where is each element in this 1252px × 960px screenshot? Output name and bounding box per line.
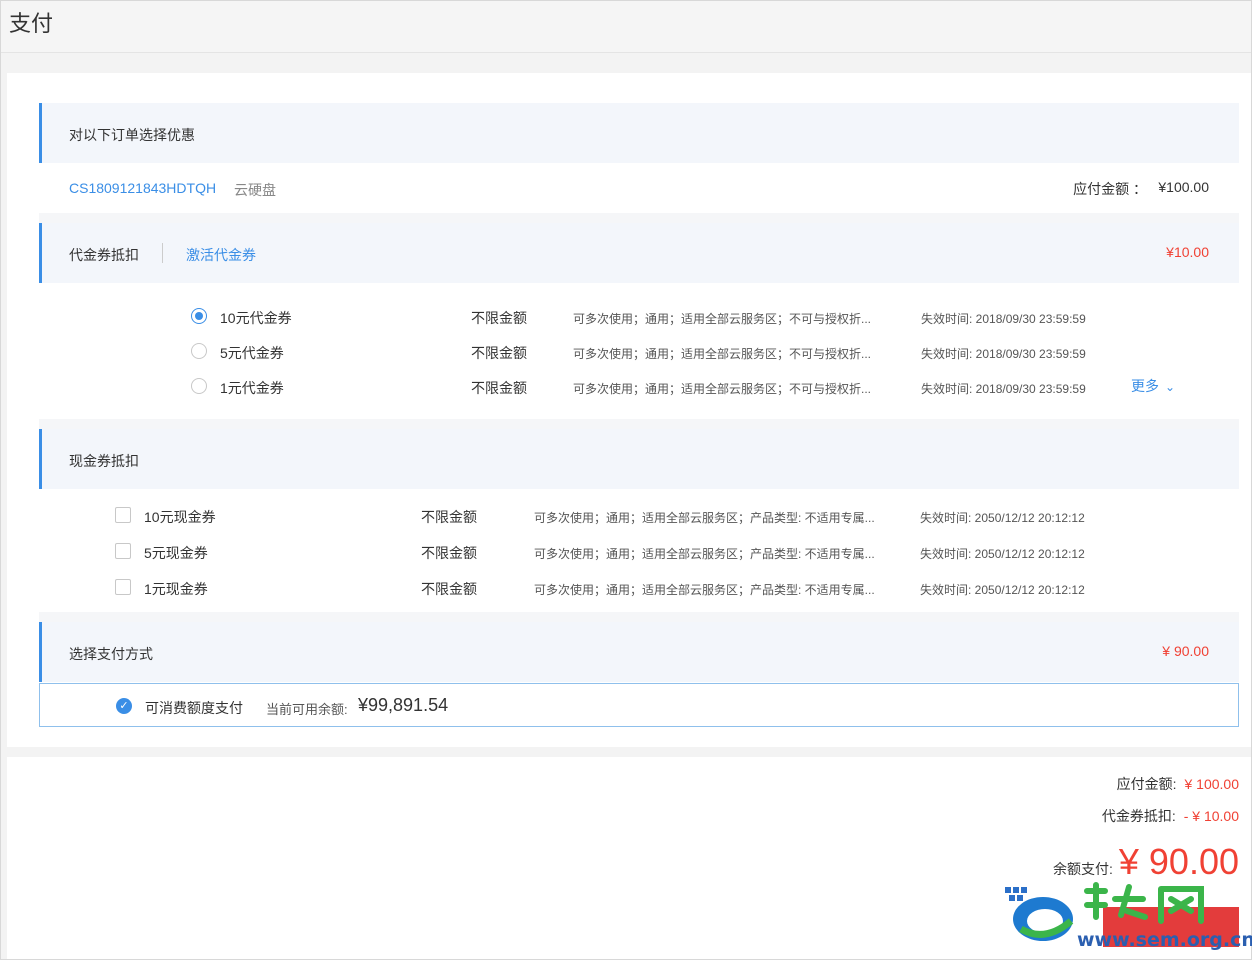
payment-amount: ¥ 90.00: [1162, 643, 1209, 659]
summary-payable-label: 应付金额:: [1116, 776, 1177, 792]
cash-coupon-checkbox[interactable]: [115, 507, 131, 523]
voucher-section-heading: 代金券抵扣: [69, 247, 139, 263]
cash-coupon-desc: 可多次使用；通用；适用全部云服务区；产品类型: 不适用专属...: [534, 583, 875, 597]
summary-total-label: 余额支付:: [1052, 861, 1113, 877]
voucher-row[interactable]: 5元代金券 不限金额 可多次使用；通用；适用全部云服务区；不可与授权折... 失…: [191, 337, 1252, 367]
watermark-url: www.sem.org.cn: [1077, 929, 1252, 951]
cash-coupon-expire: 失效时间: 2050/12/12 20:12:12: [920, 511, 1085, 525]
more-label: 更多: [1131, 378, 1159, 394]
voucher-name: 1元代金券: [220, 380, 284, 396]
voucher-limit: 不限金额: [471, 345, 527, 361]
voucher-limit: 不限金额: [471, 380, 527, 396]
order-section-header: 对以下订单选择优惠: [39, 103, 1239, 163]
voucher-radio-selected[interactable]: [191, 308, 207, 324]
cash-section-heading: 现金券抵扣: [69, 453, 139, 469]
chevron-down-icon: ⌄: [1165, 380, 1176, 394]
summary-total: 余额支付: ¥ 90.00: [1053, 841, 1239, 883]
cash-coupon-name: 10元现金券: [144, 509, 216, 525]
payment-section-header: 选择支付方式 ¥ 90.00: [39, 622, 1239, 682]
section-separator: [39, 419, 1239, 429]
main-card: 对以下订单选择优惠 CS1809121843HDTQH 云硬盘 应付金额 ： ¥…: [7, 73, 1251, 747]
header-divider: [162, 243, 163, 263]
voucher-row[interactable]: 1元代金券 不限金额 可多次使用；通用；适用全部云服务区；不可与授权折... 失…: [191, 372, 1252, 402]
cash-coupon-limit: 不限金额: [421, 545, 477, 561]
cash-coupon-limit: 不限金额: [421, 581, 477, 597]
more-vouchers-link[interactable]: 更多 ⌄: [1131, 376, 1175, 396]
order-id-link[interactable]: CS1809121843HDTQH: [69, 180, 216, 196]
cash-coupon-row[interactable]: 5元现金券 不限金额 可多次使用；通用；适用全部云服务区；产品类型: 不适用专属…: [115, 537, 1215, 567]
summary-payable-value: ¥ 100.00: [1184, 776, 1240, 792]
payment-method-label: 可消费额度支付: [145, 700, 243, 716]
cash-coupon-name: 1元现金券: [144, 581, 208, 597]
cash-coupon-desc: 可多次使用；通用；适用全部云服务区；产品类型: 不适用专属...: [534, 547, 875, 561]
cash-coupon-checkbox[interactable]: [115, 579, 131, 595]
voucher-radio[interactable]: [191, 378, 207, 394]
voucher-row[interactable]: 10元代金券 不限金额 可多次使用；通用；适用全部云服务区；不可与授权折... …: [191, 302, 1252, 332]
page-title: 支付: [9, 12, 54, 37]
voucher-radio[interactable]: [191, 343, 207, 359]
section-separator: [39, 213, 1239, 223]
voucher-limit: 不限金额: [471, 310, 527, 326]
voucher-name: 10元代金券: [220, 310, 292, 326]
activate-voucher-link[interactable]: 激活代金券: [186, 245, 256, 265]
summary-voucher-label: 代金券抵扣:: [1101, 808, 1176, 824]
order-amount-label: 应付金额 ：: [1073, 181, 1147, 197]
order-product: 云硬盘: [234, 182, 276, 198]
voucher-desc: 可多次使用；通用；适用全部云服务区；不可与授权折...: [573, 382, 872, 396]
voucher-expire: 失效时间: 2018/09/30 23:59:59: [921, 312, 1086, 326]
order-amount-value: ¥100.00: [1158, 179, 1209, 195]
cash-coupon-desc: 可多次使用；通用；适用全部云服务区；产品类型: 不适用专属...: [534, 511, 875, 525]
summary-voucher-value: - ¥ 10.00: [1183, 808, 1239, 824]
cash-coupon-row[interactable]: 1元现金券 不限金额 可多次使用；通用；适用全部云服务区；产品类型: 不适用专属…: [115, 573, 1215, 603]
cash-coupon-expire: 失效时间: 2050/12/12 20:12:12: [920, 583, 1085, 597]
balance-value: ¥99,891.54: [358, 695, 449, 715]
payment-method-option[interactable]: ✓ 可消费额度支付 当前可用余额: ¥99,891.54: [39, 683, 1239, 727]
payment-section-heading: 选择支付方式: [69, 646, 153, 662]
balance-label: 当前可用余额:: [266, 702, 348, 717]
voucher-expire: 失效时间: 2018/09/30 23:59:59: [921, 347, 1086, 361]
cash-coupon-checkbox[interactable]: [115, 543, 131, 559]
voucher-desc: 可多次使用；通用；适用全部云服务区；不可与授权折...: [573, 312, 872, 326]
voucher-expire: 失效时间: 2018/09/30 23:59:59: [921, 382, 1086, 396]
cash-coupon-limit: 不限金额: [421, 509, 477, 525]
summary-voucher: 代金券抵扣: - ¥ 10.00: [1102, 806, 1239, 826]
voucher-section-header: 代金券抵扣 激活代金券 ¥10.00: [39, 223, 1239, 283]
watermark-logo: www.sem.org.cn: [1001, 881, 1252, 955]
section-separator: [39, 612, 1239, 622]
voucher-desc: 可多次使用；通用；适用全部云服务区；不可与授权折...: [573, 347, 872, 361]
cash-section-header: 现金券抵扣: [39, 429, 1239, 489]
summary-payable: 应付金额: ¥ 100.00: [1117, 774, 1239, 794]
voucher-name: 5元代金券: [220, 345, 284, 361]
order-section-heading: 对以下订单选择优惠: [69, 127, 195, 143]
cash-coupon-name: 5元现金券: [144, 545, 208, 561]
cash-coupon-row[interactable]: 10元现金券 不限金额 可多次使用；通用；适用全部云服务区；产品类型: 不适用专…: [115, 501, 1215, 531]
checkmark-icon[interactable]: ✓: [116, 698, 132, 714]
title-bar: 支付: [1, 1, 1251, 53]
cash-coupon-expire: 失效时间: 2050/12/12 20:12:12: [920, 547, 1085, 561]
summary-total-value: ¥ 90.00: [1118, 841, 1239, 882]
order-row: CS1809121843HDTQH 云硬盘 应付金额 ： ¥100.00: [39, 163, 1239, 213]
voucher-discount-amount: ¥10.00: [1166, 244, 1209, 260]
